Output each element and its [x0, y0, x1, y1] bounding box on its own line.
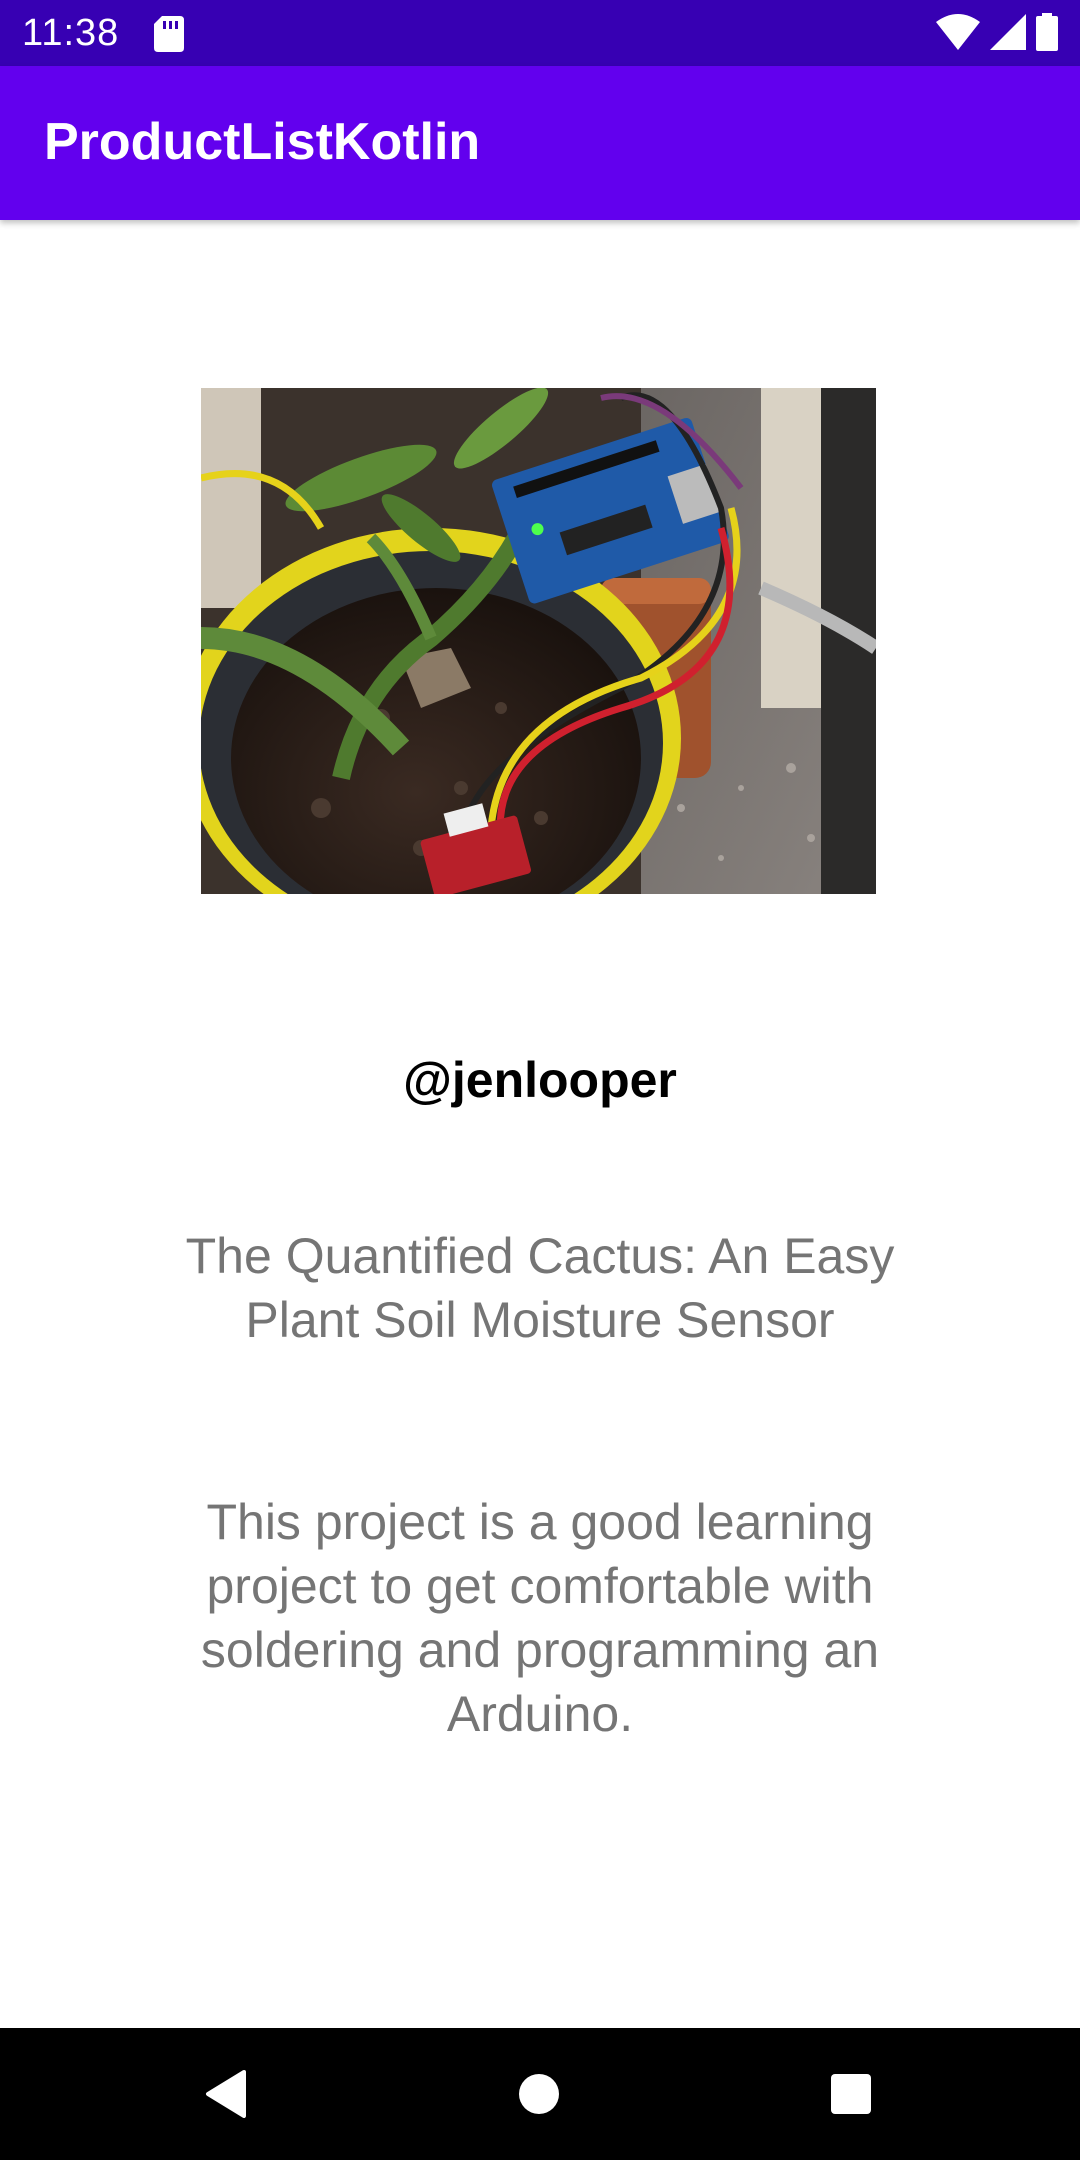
product-title: The Quantified Cactus: An Easy Plant Soi… [185, 1228, 895, 1348]
wifi-icon [936, 13, 980, 55]
navigation-bar [0, 2028, 1080, 2160]
app-bar: ProductListKotlin [0, 66, 1080, 220]
signal-icon [990, 13, 1026, 55]
sd-card-icon [154, 16, 184, 52]
product-description: This project is a good learning project … [200, 1494, 880, 1742]
app-title: ProductListKotlin [44, 113, 481, 171]
home-icon[interactable] [509, 2064, 569, 2124]
status-time: 11:38 [22, 12, 120, 54]
product-username: @jenlooper [403, 1052, 677, 1108]
product-image [201, 388, 876, 894]
back-icon[interactable] [196, 2064, 256, 2124]
status-bar: 11:38 [0, 0, 1080, 66]
app-screen: 11:38 ProductListKotlin @jenlooper The Q… [0, 0, 1080, 2160]
recents-icon[interactable] [821, 2064, 881, 2124]
battery-icon [1036, 12, 1058, 56]
